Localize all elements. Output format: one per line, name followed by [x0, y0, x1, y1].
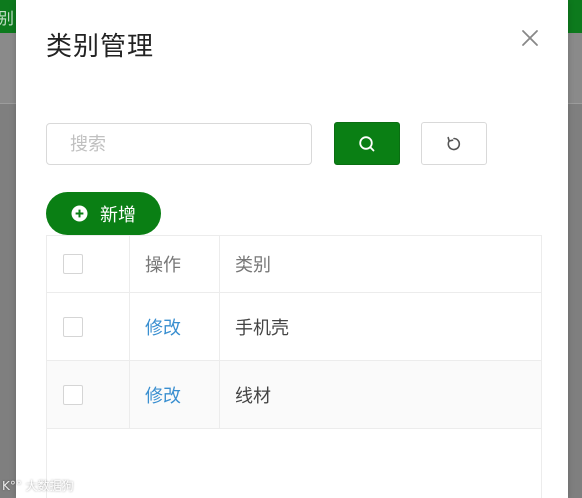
column-header-action: 操作 [130, 236, 220, 292]
category-name: 线材 [235, 385, 271, 407]
category-table: 操作 类别 修改 手机壳 修改 线材 [46, 235, 542, 498]
table-row: 修改 线材 [47, 361, 541, 429]
row-checkbox[interactable] [63, 384, 83, 405]
select-all-checkbox[interactable] [63, 254, 83, 274]
row-category-cell: 手机壳 [220, 293, 541, 360]
reset-button[interactable] [421, 122, 487, 165]
watermark-text: K°° 大数据狗 [2, 479, 74, 493]
add-button[interactable]: 新增 [46, 192, 161, 235]
category-management-modal: 类别管理 新增 [16, 0, 568, 498]
category-name: 手机壳 [235, 317, 289, 339]
row-action-cell: 修改 [130, 293, 220, 360]
table-row: 修改 手机壳 [47, 293, 541, 361]
close-button[interactable] [519, 27, 541, 49]
search-input[interactable] [46, 123, 312, 165]
edit-link[interactable]: 修改 [145, 314, 181, 340]
search-icon [359, 135, 375, 151]
row-select-cell [47, 361, 130, 428]
plus-circle-icon [71, 205, 88, 222]
row-action-cell: 修改 [130, 361, 220, 428]
edit-link[interactable]: 修改 [145, 382, 181, 408]
column-header-category: 类别 [235, 255, 271, 276]
background-topbar-text: 别 [0, 9, 15, 28]
row-checkbox[interactable] [63, 316, 83, 337]
header-select-cell [47, 236, 130, 292]
close-icon [522, 30, 538, 46]
search-button[interactable] [334, 122, 400, 165]
modal-title: 类别管理 [46, 32, 155, 62]
row-select-cell [47, 293, 130, 360]
table-header-row: 操作 类别 [47, 236, 541, 293]
refresh-icon [447, 136, 461, 150]
row-category-cell: 线材 [220, 361, 541, 428]
add-button-label: 新增 [100, 204, 136, 226]
